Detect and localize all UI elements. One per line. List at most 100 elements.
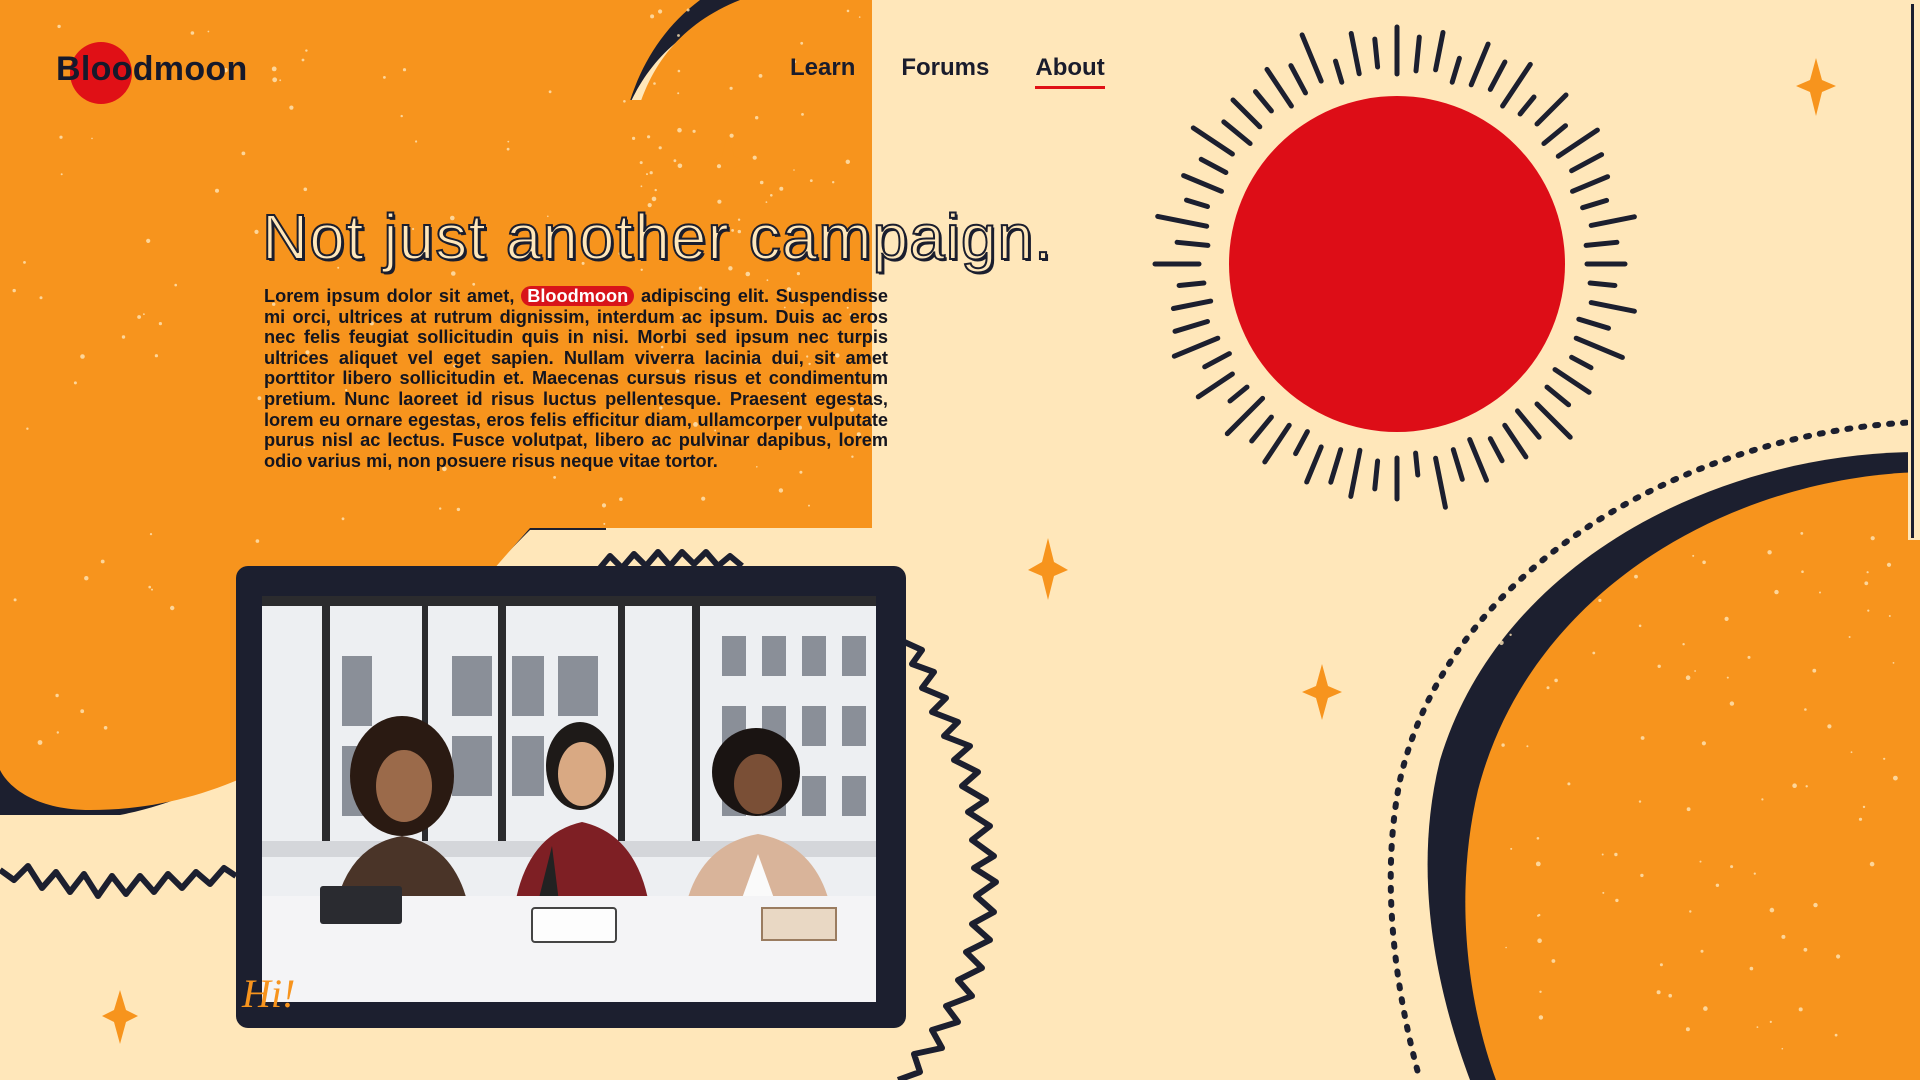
speckle-dot	[1892, 662, 1895, 664]
scrollbar-thumb[interactable]	[1911, 4, 1914, 538]
speckle-dot	[148, 585, 151, 589]
sun-ray	[1190, 125, 1235, 157]
speckle-dot	[1801, 570, 1804, 573]
sun-ray	[1413, 450, 1421, 478]
sun-ray	[1262, 422, 1292, 465]
speckle-dot	[1640, 736, 1645, 740]
speckle-dot	[1836, 954, 1841, 959]
sun-ray	[1348, 31, 1362, 77]
sun-ray	[1172, 319, 1210, 334]
speckle-dot	[755, 116, 759, 120]
speckle-dot	[146, 238, 151, 243]
speckle-dot	[215, 188, 219, 193]
speckle-dot	[653, 82, 656, 85]
speckle-dot	[207, 30, 210, 33]
speckle-dot	[1592, 651, 1596, 655]
speckle-dot	[60, 173, 63, 176]
sun-ray	[1487, 436, 1505, 464]
speckle-dot	[677, 69, 681, 73]
hero-body: Lorem ipsum dolor sit amet, Bloodmoon ad…	[264, 286, 888, 471]
speckle-dot	[1702, 560, 1706, 565]
speckle-dot	[640, 185, 643, 188]
speckle-dot	[137, 315, 142, 319]
speckle-dot	[1729, 701, 1735, 706]
speckle-dot	[456, 507, 461, 512]
speckle-dot	[271, 66, 277, 72]
speckle-dot	[26, 427, 29, 430]
speckle-dot	[506, 147, 510, 151]
right-orange-blob	[1465, 472, 1920, 1080]
speckle-dot	[402, 68, 407, 72]
speckle-dot	[1505, 946, 1507, 949]
speckle-dot	[1499, 628, 1503, 632]
speckle-dot	[143, 313, 145, 316]
speckle-dot	[91, 137, 93, 140]
sun-ray	[1552, 367, 1592, 395]
speckle-dot	[1601, 853, 1604, 856]
speckle-dot	[1546, 686, 1550, 690]
speckle-dot	[1685, 675, 1691, 680]
speckle-dot	[1747, 655, 1751, 659]
photo-caption: Hi!	[242, 971, 296, 1016]
speckle-dot	[73, 381, 77, 385]
speckle-dot	[1858, 817, 1863, 821]
photo-frame: Hi!	[236, 566, 906, 1028]
speckle-dot	[650, 14, 655, 19]
speckle-dot	[257, 396, 262, 401]
speckle-dot	[1538, 913, 1541, 917]
nav-link-about[interactable]: About	[1035, 54, 1105, 89]
speckle-dot	[13, 598, 17, 602]
sun-ray	[1544, 384, 1572, 408]
speckle-dot	[1888, 615, 1891, 617]
speckle-dot	[752, 155, 757, 160]
speckle-dot	[1567, 782, 1571, 786]
speckle-dot	[553, 476, 556, 479]
speckle-dot	[1526, 745, 1529, 748]
nav-link-learn[interactable]: Learn	[790, 54, 855, 89]
speckle-dot	[170, 605, 175, 611]
speckle-dot	[778, 488, 784, 493]
sun-ray	[1181, 173, 1224, 194]
speckle-dot	[1638, 624, 1642, 628]
sun-ray	[1249, 414, 1274, 444]
speckle-dot	[56, 731, 59, 734]
speckle-dot	[1827, 724, 1832, 729]
sun-ray	[1198, 156, 1229, 175]
speckle-dot	[1756, 1026, 1759, 1028]
speckle-dot	[766, 279, 769, 282]
speckle-dot	[1862, 805, 1866, 809]
speckle-dot	[1659, 963, 1663, 967]
speckle-dot	[158, 322, 162, 326]
sun-ray	[1555, 127, 1600, 159]
speckle-dot	[729, 86, 733, 90]
brand-logo[interactable]: Bloodmoon	[56, 42, 266, 106]
speckle-dot	[1685, 1027, 1690, 1032]
speckle-dot	[1602, 891, 1605, 894]
hero-body-start: Lorem ipsum dolor sit amet,	[264, 286, 515, 306]
speckle-dot	[415, 140, 418, 143]
speckle-dot	[1781, 934, 1786, 939]
sun-ray	[1467, 437, 1489, 483]
speckle-dot	[1614, 852, 1618, 857]
sun-ray	[1224, 395, 1266, 437]
speckle-dot	[548, 90, 552, 94]
speckle-dot	[1634, 574, 1638, 579]
speckle-dot	[1510, 847, 1513, 850]
speckle-dot	[1769, 907, 1775, 913]
speckle-dot	[37, 740, 43, 745]
nav-link-forums[interactable]: Forums	[901, 54, 989, 89]
sun-ray	[1570, 174, 1611, 194]
speckle-dot	[1726, 676, 1729, 679]
speckle-dot	[770, 194, 773, 197]
hero-brand-highlight: Bloodmoon	[521, 286, 635, 306]
speckle-dot	[80, 354, 85, 359]
speckle-dot	[1803, 947, 1808, 952]
sun-ray	[1500, 61, 1533, 109]
sun-ray	[1299, 32, 1324, 84]
speckle-dot	[1694, 670, 1696, 672]
zigzag-line-left	[0, 863, 238, 899]
speckle-dot	[832, 181, 835, 184]
speckle-dot	[100, 559, 105, 564]
speckle-dot	[305, 49, 308, 52]
speckle-dot	[1682, 643, 1685, 646]
